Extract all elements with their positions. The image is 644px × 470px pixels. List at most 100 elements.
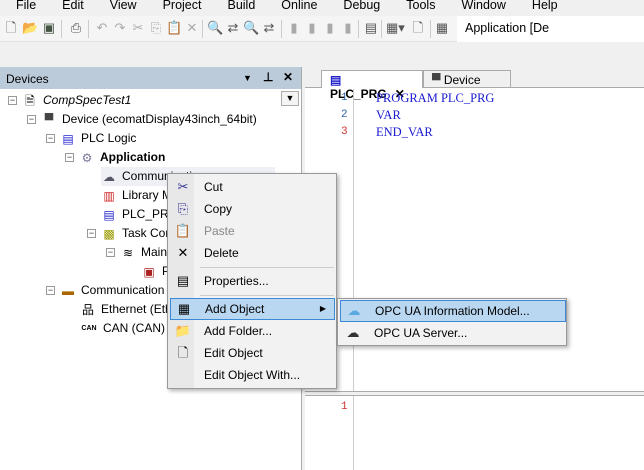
pin-icon[interactable]: ⊥ <box>263 70 273 84</box>
cloud-icon: ☁ <box>347 303 361 318</box>
ethernet-icon: 品 <box>81 302 94 317</box>
menu-item-properties[interactable]: ▤ Properties... <box>170 270 335 292</box>
tree-label: Device (ecomatDisplay43inch_64bit) <box>62 112 257 126</box>
code-line[interactable]: VAR <box>376 108 401 123</box>
properties-icon[interactable]: ▤ <box>363 20 379 36</box>
cut-icon[interactable]: ✂ <box>130 20 146 36</box>
clear-bookmarks-icon[interactable]: ▮ <box>340 20 356 36</box>
save-icon[interactable]: ▣ <box>41 20 57 36</box>
next-bookmark-icon[interactable]: ▮ <box>322 20 338 36</box>
cloud-icon: ☁ <box>103 169 115 184</box>
tree-item[interactable]: − ▀ Device (ecomatDisplay43inch_64bit) <box>27 110 257 129</box>
menu-item-opc-ua-server[interactable]: ☁ OPC UA Server... <box>340 322 566 344</box>
open-icon[interactable]: 📂 <box>22 20 38 36</box>
code-line[interactable]: PROGRAM PLC_PRG <box>376 91 494 106</box>
print-icon[interactable]: ⎙ <box>68 20 84 36</box>
edit-object-icon[interactable]: 🗋 <box>410 20 426 36</box>
devices-header: Devices ▼ ⊥ ✕ <box>0 67 301 89</box>
menu-label: Paste <box>204 224 235 238</box>
tree-item[interactable]: − ▬ Communication (C <box>46 281 180 300</box>
edit-object-icon: 🗋 <box>177 345 189 360</box>
tree-label: CompSpecTest1 <box>43 93 132 107</box>
menu-item-delete[interactable]: ✕ Delete <box>170 242 335 264</box>
devices-title: Devices <box>6 72 49 86</box>
menu-label: OPC UA Server... <box>374 326 468 340</box>
menu-label: OPC UA Information Model... <box>375 304 530 318</box>
line-number: 2 <box>341 109 348 121</box>
delete-icon[interactable]: ✕ <box>184 20 200 36</box>
menu-online[interactable]: Online <box>265 0 317 14</box>
menu-item-add-object[interactable]: ▦ Add Object ▶ <box>170 298 335 320</box>
prev-bookmark-icon[interactable]: ▮ <box>304 20 320 36</box>
copy-icon: ⎘ <box>177 201 189 216</box>
menu-item-paste[interactable]: 📋 Paste <box>170 220 335 242</box>
tree-dropdown-button[interactable]: ▼ <box>281 91 299 106</box>
active-application-selector[interactable]: Application [De <box>457 16 644 42</box>
menu-label: Properties... <box>204 274 269 288</box>
paste-icon: 📋 <box>174 223 192 238</box>
dropdown-icon[interactable]: ▼ <box>243 73 252 83</box>
menu-item-edit-object-with[interactable]: Edit Object With... <box>170 364 335 386</box>
call-icon: ▣ <box>143 264 155 279</box>
task-config-icon: ▩ <box>103 226 115 241</box>
tree-label: CAN (CAN) <box>103 321 165 335</box>
menu-label: Add Folder... <box>204 324 273 338</box>
tree-item[interactable]: ▣ P <box>141 262 170 281</box>
menu-window[interactable]: Window <box>445 0 505 14</box>
project-icon: 🗎 <box>25 93 35 108</box>
find-icon[interactable]: 🔍 <box>207 20 223 36</box>
menu-item-opc-ua-information-model[interactable]: ☁ OPC UA Information Model... <box>340 300 566 322</box>
line-number: 1 <box>341 92 348 104</box>
menu-build[interactable]: Build <box>211 0 255 14</box>
menu-item-edit-object[interactable]: 🗋 Edit Object <box>170 342 335 364</box>
menu-tools[interactable]: Tools <box>390 0 435 14</box>
menu-item-cut[interactable]: ✂ Cut <box>170 176 335 198</box>
new-project-icon[interactable]: 🗋 <box>3 20 19 36</box>
bookmark-icon[interactable]: ▮ <box>286 20 302 36</box>
tree-item[interactable]: − ▤ PLC Logic <box>46 129 136 148</box>
close-icon[interactable]: ✕ <box>283 70 293 84</box>
menu-item-copy[interactable]: ⎘ Copy <box>170 198 335 220</box>
menu-view[interactable]: View <box>94 0 137 14</box>
tree-item[interactable]: − ≋ MainT <box>106 243 174 262</box>
replace-in-project-icon[interactable]: ⇄ <box>261 20 277 36</box>
tree-item[interactable]: 品 Ethernet (Eth <box>80 300 172 319</box>
plc-logic-icon: ▤ <box>62 131 74 146</box>
menu-item-add-folder[interactable]: 📁 Add Folder... <box>170 320 335 342</box>
menu-file[interactable]: File <box>0 0 36 14</box>
menu-label: Edit Object With... <box>204 368 301 382</box>
replace-icon[interactable]: ⇄ <box>225 20 241 36</box>
copy-icon[interactable]: ⎘ <box>148 20 164 36</box>
menu-edit[interactable]: Edit <box>46 0 84 14</box>
delete-icon: ✕ <box>177 245 189 260</box>
tree-item[interactable]: − ⚙ Application <box>65 148 165 167</box>
tab-device[interactable]: ▀ Device <box>423 70 511 88</box>
properties-icon: ▤ <box>176 273 190 288</box>
menu-label: Delete <box>204 246 239 260</box>
tree-item[interactable]: − ▩ Task Con <box>87 224 172 243</box>
redo-icon[interactable]: ↷ <box>112 20 128 36</box>
line-number: 1 <box>341 401 348 413</box>
tree-label: Application <box>100 150 166 164</box>
add-object-icon[interactable]: ▦▾ <box>386 20 405 36</box>
paste-icon[interactable]: 📋 <box>166 20 182 36</box>
undo-icon[interactable]: ↶ <box>94 20 110 36</box>
menu-debug[interactable]: Debug <box>327 0 380 14</box>
find-in-project-icon[interactable]: 🔍 <box>243 20 259 36</box>
tree-item[interactable]: CAN CAN (CAN) <box>80 319 165 338</box>
toolbar: 🗋 📂 ▣ ⎙ ↶ ↷ ✂ ⎘ 📋 ✕ 🔍 ⇄ 🔍 ⇄ ▮ ▮ ▮ ▮ ▤ ▦▾… <box>0 16 644 42</box>
code-line[interactable]: END_VAR <box>376 125 433 140</box>
menu-project[interactable]: Project <box>147 0 202 14</box>
tree-label: PLC Logic <box>81 131 137 145</box>
menu-bar: File Edit View Project Build Online Debu… <box>0 0 644 14</box>
submenu-arrow-icon: ▶ <box>319 304 326 313</box>
tab-plc-prg[interactable]: ▤ PLC_PRG ✕ <box>321 70 423 101</box>
tree-label: Library M <box>122 188 173 202</box>
tree-item[interactable]: ▥ Library M <box>101 186 172 205</box>
tree-item[interactable]: − 🗎 CompSpecTest1 <box>8 91 131 110</box>
splitter[interactable] <box>305 391 644 396</box>
line-number: 3 <box>341 126 348 138</box>
cut-icon: ✂ <box>177 179 189 194</box>
menu-help[interactable]: Help <box>516 0 558 14</box>
can-icon: CAN <box>81 324 97 332</box>
